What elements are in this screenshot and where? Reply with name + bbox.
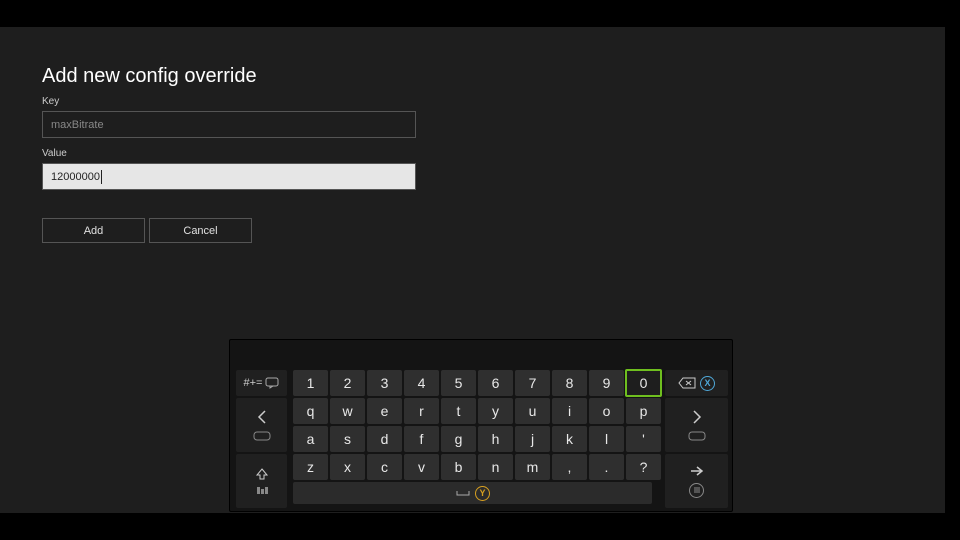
caps-icon (253, 487, 271, 495)
key-c[interactable]: c (367, 454, 402, 480)
key-1[interactable]: 1 (293, 370, 328, 396)
key-u[interactable]: u (515, 398, 550, 424)
key-0[interactable]: 0 (625, 369, 662, 397)
key-e[interactable]: e (367, 398, 402, 424)
key-l[interactable]: l (589, 426, 624, 452)
menu-hint-icon (689, 483, 704, 498)
key-g[interactable]: g (441, 426, 476, 452)
key-8[interactable]: 8 (552, 370, 587, 396)
key-3[interactable]: 3 (367, 370, 402, 396)
key-t[interactable]: t (441, 398, 476, 424)
rb-icon (688, 431, 706, 441)
key-q[interactable]: q (293, 398, 328, 424)
symbols-key[interactable]: #+= (236, 370, 287, 396)
key-5[interactable]: 5 (441, 370, 476, 396)
key-m[interactable]: m (515, 454, 550, 480)
key-6[interactable]: 6 (478, 370, 513, 396)
backspace-key[interactable]: X (665, 370, 728, 396)
key-k[interactable]: k (552, 426, 587, 452)
arrow-up-icon (255, 467, 269, 481)
key-'[interactable]: ' (626, 426, 661, 452)
value-text: 12000000 (51, 171, 100, 183)
key-j[interactable]: j (515, 426, 550, 452)
chevron-left-icon (256, 409, 268, 425)
shift-key[interactable] (236, 454, 287, 508)
space-key[interactable]: Y (293, 482, 652, 504)
add-button[interactable]: Add (42, 218, 145, 243)
key-placeholder: maxBitrate (51, 119, 104, 131)
value-field[interactable]: 12000000 (42, 163, 416, 190)
onscreen-keyboard: #+= 1234567890 X qwertyuiop asdfghjkl' z… (229, 339, 733, 512)
key-n[interactable]: n (478, 454, 513, 480)
key-.[interactable]: . (589, 454, 624, 480)
key-r[interactable]: r (404, 398, 439, 424)
key-7[interactable]: 7 (515, 370, 550, 396)
enter-key[interactable] (665, 454, 728, 508)
key-f[interactable]: f (404, 426, 439, 452)
backspace-icon (678, 377, 696, 389)
key-h[interactable]: h (478, 426, 513, 452)
right-nav-key[interactable] (665, 398, 728, 452)
key-?[interactable]: ? (626, 454, 661, 480)
key-x[interactable]: x (330, 454, 365, 480)
space-icon (455, 489, 471, 497)
key-b[interactable]: b (441, 454, 476, 480)
key-o[interactable]: o (589, 398, 624, 424)
chevron-right-icon (691, 409, 703, 425)
key-d[interactable]: d (367, 426, 402, 452)
key-2[interactable]: 2 (330, 370, 365, 396)
key-,[interactable]: , (552, 454, 587, 480)
chat-icon (265, 377, 279, 389)
key-v[interactable]: v (404, 454, 439, 480)
cancel-button[interactable]: Cancel (149, 218, 252, 243)
key-9[interactable]: 9 (589, 370, 624, 396)
key-field[interactable]: maxBitrate (42, 111, 416, 138)
left-nav-key[interactable] (236, 398, 287, 452)
arrow-right-icon (689, 465, 705, 477)
key-y[interactable]: y (478, 398, 513, 424)
key-s[interactable]: s (330, 426, 365, 452)
key-p[interactable]: p (626, 398, 661, 424)
page-title: Add new config override (42, 65, 945, 88)
key-w[interactable]: w (330, 398, 365, 424)
y-hint-icon: Y (475, 486, 490, 501)
key-a[interactable]: a (293, 426, 328, 452)
key-label: Key (42, 96, 945, 107)
lb-icon (253, 431, 271, 441)
key-4[interactable]: 4 (404, 370, 439, 396)
text-caret (101, 170, 102, 184)
value-label: Value (42, 148, 945, 159)
x-hint-icon: X (700, 376, 715, 391)
key-z[interactable]: z (293, 454, 328, 480)
key-i[interactable]: i (552, 398, 587, 424)
